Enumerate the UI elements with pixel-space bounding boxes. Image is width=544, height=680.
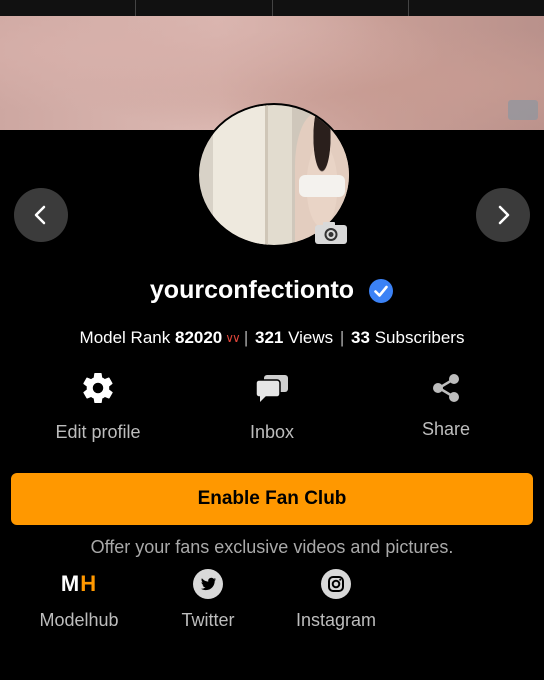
instagram-link[interactable]: Instagram <box>276 566 396 631</box>
avatar-photo-top <box>299 175 345 197</box>
username-row: yourconfectionto <box>0 276 544 305</box>
edit-profile-label: Edit profile <box>55 422 141 442</box>
next-button[interactable] <box>476 188 530 242</box>
camera-icon[interactable] <box>314 221 348 245</box>
profile-stats: Model Rank 82020 ∨∨ | 321 Views | 33 Subsc… <box>0 328 544 348</box>
rank-down-icon: ∨∨ <box>225 331 241 345</box>
modelhub-link[interactable]: MH Modelhub <box>19 566 139 631</box>
avatar-photo-door <box>213 105 268 245</box>
fan-club-description: Offer your fans exclusive videos and pic… <box>90 537 454 557</box>
chevron-right-icon <box>498 205 510 225</box>
cover-edit-badge[interactable] <box>508 100 538 120</box>
verified-check-icon <box>369 278 394 303</box>
edit-profile-button[interactable]: Edit profile <box>23 366 173 443</box>
chat-bubbles-icon <box>255 375 288 402</box>
instagram-icon <box>321 569 351 599</box>
top-tab-segment[interactable] <box>0 0 137 16</box>
top-tab-strip <box>0 0 544 16</box>
previous-button[interactable] <box>14 188 68 242</box>
views-label: Views <box>288 328 334 347</box>
model-rank-label: Model Rank <box>79 328 171 347</box>
username: yourconfectionto <box>149 276 355 304</box>
top-tab-segment[interactable] <box>136 0 273 16</box>
twitter-link[interactable]: Twitter <box>148 566 268 631</box>
subscribers-count: 33 <box>351 328 370 347</box>
stats-separator: | <box>243 328 249 347</box>
modelhub-label: Modelhub <box>39 610 119 630</box>
views-count: 321 <box>255 328 284 347</box>
inbox-button[interactable]: Inbox <box>197 366 347 443</box>
modelhub-logo-icon: MH <box>60 571 98 596</box>
share-button[interactable]: Share <box>371 366 521 440</box>
stats-separator: | <box>339 328 345 347</box>
enable-fan-club-button[interactable]: Enable Fan Club <box>11 473 533 525</box>
inbox-label: Inbox <box>249 422 295 442</box>
top-tab-segment[interactable] <box>273 0 409 16</box>
subscribers-label: Subscribers <box>374 328 465 347</box>
model-rank-value: 82020 <box>174 328 223 347</box>
chevron-left-icon <box>34 205 46 225</box>
twitter-bird-icon <box>193 569 223 599</box>
top-tab-segment[interactable] <box>409 0 544 16</box>
instagram-label: Instagram <box>295 610 377 630</box>
share-label: Share <box>421 419 471 439</box>
gear-icon <box>83 372 113 404</box>
twitter-label: Twitter <box>181 610 235 630</box>
share-icon <box>433 374 459 402</box>
